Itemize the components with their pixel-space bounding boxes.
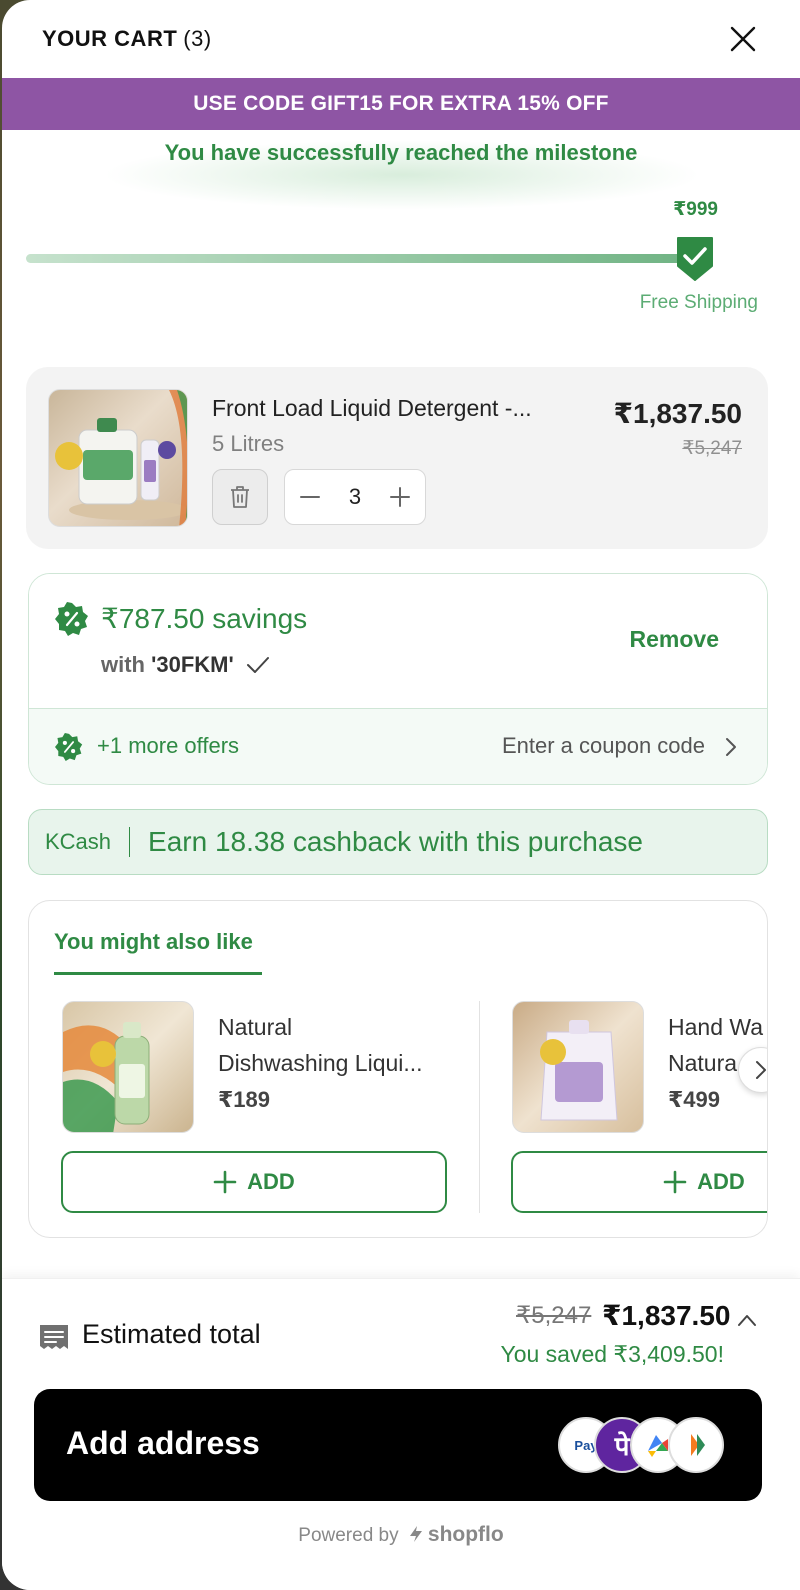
coupon-card: ₹787.50 savings with '30FKM' Remove +1 m… (28, 573, 768, 785)
cart-header: YOUR CART (3) (2, 0, 800, 78)
plus-icon (213, 1170, 237, 1194)
product-price: ₹1,837.50 (613, 398, 742, 429)
delete-item-button[interactable] (212, 469, 268, 525)
applied-coupon: ₹787.50 savings with '30FKM' Remove (29, 574, 767, 708)
recommendations-title[interactable]: You might also like (54, 929, 253, 955)
product-image[interactable] (48, 389, 188, 527)
reco-item-price: ₹499 (668, 1087, 721, 1112)
discount-icon (55, 733, 83, 761)
coupon-applied-code: with '30FKM' (101, 652, 270, 678)
close-icon (730, 26, 756, 52)
minus-icon[interactable] (299, 486, 321, 508)
kcash-text: Earn 18.38 cashback with this purchase (148, 826, 643, 857)
reco-illustration (540, 1020, 618, 1121)
trash-icon (231, 486, 249, 508)
checkout-footer: Estimated total ₹5,247 ₹1,837.50 You sav… (2, 1278, 800, 1590)
kcash-label: KCash (45, 827, 131, 857)
reco-divider (479, 1001, 480, 1213)
product-mrp: ₹5,247 (682, 438, 742, 459)
footer-mrp: ₹5,247 (516, 1302, 592, 1329)
reco-item-name-line1: Hand Wa (668, 1014, 764, 1040)
product-illustration (55, 390, 187, 526)
payment-icons: Pay पे (558, 1417, 724, 1473)
add-address-label: Add address (66, 1425, 260, 1461)
coupon-code: '30FKM' (151, 652, 234, 677)
discount-icon (55, 602, 88, 636)
cart-drawer: YOUR CART (3) USE CODE GIFT15 FOR EXTRA 1… (2, 0, 800, 1590)
reco-item-name-line2: Dishwashing Liqui... (218, 1050, 423, 1076)
plus-icon (663, 1170, 687, 1194)
reco-item: Natural Dishwashing Liqui... ₹189 ADD (53, 1001, 453, 1215)
quantity-stepper: 3 (284, 469, 426, 525)
footer-total: ₹1,837.50 (602, 1300, 731, 1331)
reco-add-button[interactable]: ADD (61, 1151, 447, 1213)
product-name[interactable]: Front Load Liquid Detergent -... (212, 395, 572, 422)
more-offers-row[interactable]: +1 more offers Enter a coupon code (29, 708, 767, 784)
plus-icon[interactable] (389, 486, 411, 508)
recommendations-tab-underline (54, 972, 262, 975)
powered-by: Powered by shopflo (2, 1523, 800, 1547)
milestone-progress-bar (26, 254, 696, 263)
kcash-banner: KCash Earn 18.38 cashback with this purc… (28, 809, 768, 875)
reco-item: Hand Wa Natura ₹499 ADD (503, 1001, 767, 1215)
milestone-check-badge (677, 237, 713, 281)
add-address-button[interactable]: Add address Pay पे (34, 1389, 762, 1501)
product-variant: 5 Litres (212, 431, 285, 456)
cart-item-card: Front Load Liquid Detergent -... 5 Litre… (26, 367, 768, 549)
reco-add-label: ADD (247, 1169, 295, 1194)
cart-count: (3) (183, 26, 212, 51)
receipt-icon (40, 1325, 68, 1349)
close-button[interactable] (726, 22, 760, 56)
reco-illustration (63, 1022, 150, 1132)
milestone-amount: ₹999 (673, 199, 718, 220)
reco-item-name-line1: Natural (218, 1014, 293, 1040)
milestone-section: You have successfully reached the milest… (2, 130, 800, 350)
milestone-progress-fill (26, 254, 696, 263)
reco-add-label: ADD (697, 1169, 745, 1194)
chevron-up-icon[interactable] (737, 1313, 757, 1327)
bhim-icon (668, 1417, 724, 1473)
more-offers-label[interactable]: +1 more offers (97, 733, 239, 759)
quantity-value: 3 (348, 484, 362, 509)
reco-item-image[interactable] (512, 1001, 644, 1133)
milestone-message: You have successfully reached the milest… (164, 140, 638, 165)
coupon-savings: ₹787.50 savings (101, 603, 308, 634)
reco-item-image[interactable] (62, 1001, 194, 1133)
footer-saved: You saved ₹3,409.50! (500, 1341, 724, 1367)
estimated-total-label: Estimated total (82, 1319, 261, 1349)
powered-by-label: Powered by (298, 1525, 399, 1546)
promo-banner: USE CODE GIFT15 FOR EXTRA 15% OFF (2, 78, 800, 130)
chevron-right-icon (756, 1061, 766, 1079)
powered-by-brand: shopflo (427, 1523, 504, 1546)
milestone-label: Free Shipping (639, 292, 758, 313)
recommendations-card: You might also like Natural Dishwashing … (28, 900, 768, 1238)
reco-item-price: ₹189 (218, 1087, 271, 1112)
enter-coupon-link[interactable]: Enter a coupon code (502, 733, 705, 759)
reco-item-name[interactable]: Natural Dishwashing Liqui... (218, 1009, 448, 1081)
reco-add-button[interactable]: ADD (511, 1151, 767, 1213)
check-icon (246, 657, 269, 673)
coupon-with-prefix: with (101, 652, 145, 677)
chevron-right-icon (726, 738, 736, 756)
cart-title: YOUR CART (3) (42, 26, 212, 52)
remove-coupon-button[interactable]: Remove (630, 626, 719, 653)
shopflo-logo-icon (409, 1526, 422, 1542)
cart-title-text: YOUR CART (42, 26, 178, 51)
